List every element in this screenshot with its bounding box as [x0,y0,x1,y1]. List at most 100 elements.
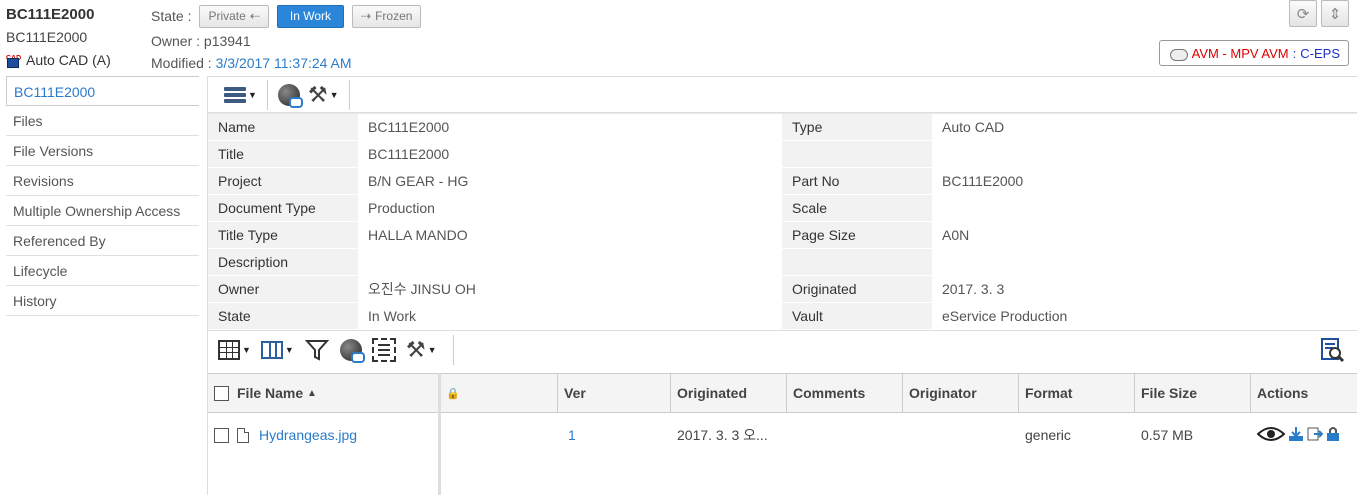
property-value [932,140,1357,168]
document-icon [237,427,249,443]
format-cell: generic [1025,427,1071,443]
property-value: BC111E2000 [932,167,1357,195]
object-type: CAD Auto CAD (A) [6,51,111,69]
nav-item-multiple-ownership[interactable]: Multiple Ownership Access [6,196,199,226]
property-value [358,248,782,276]
state-info: State : Private ⇠ In Work ⇢ Frozen Owner :… [151,4,422,72]
property-value [932,194,1357,222]
state-private-button[interactable]: Private ⇠ [199,4,269,28]
property-value: BC111E2000 [358,140,782,168]
property-label: Title [208,140,358,168]
nav-item-referenced-by[interactable]: Referenced By [6,226,199,256]
arrow-right-icon: ⇢ [361,9,372,23]
property-label: Title Type [208,221,358,249]
property-row: Owner 오진수 JINSU OH Originated 2017. 3. 3 [208,275,1357,303]
arrow-left-icon: ⇠ [249,9,260,23]
main-panel: ▼ ⚒ ▼ Name BC111E2000 Type Auto CAD Title BC11… [207,76,1357,495]
version-link[interactable]: 1 [564,427,576,443]
collapse-icon[interactable]: ⇕ [1321,0,1349,27]
menu-button[interactable]: ▼ [220,78,261,112]
files-toolbar: ▼ ▼ ⚒ ▼ [208,330,1357,368]
table-row: Hydrangeas.jpg 1 2017. 3. 3 오... generic… [208,413,1357,457]
property-row: Document Type Production Scale [208,194,1357,222]
col-comments[interactable]: Comments [787,374,903,412]
owner-text: Owner : p13941 [151,33,251,49]
col-originated[interactable]: Originated [671,374,787,412]
col-actions: Actions [1257,385,1309,401]
select-all-button[interactable] [371,337,396,362]
lock-icon[interactable] [1326,426,1340,445]
property-row: Description [208,248,1357,276]
object-summary: BC111E2000 BC111E2000 CAD Auto CAD (A) [6,6,111,69]
view-icon[interactable] [1256,426,1286,445]
select-all-icon [371,337,396,362]
col-file-size[interactable]: File Size [1135,374,1251,412]
col-lock[interactable]: 🔒 [440,374,558,412]
modified-label: Modified : [151,55,216,71]
originator-cell [903,413,1019,457]
property-value: A0N [932,221,1357,249]
nav-item-object[interactable]: BC111E2000 [6,76,199,106]
tools-button[interactable]: ⚒ ▼ [304,78,343,112]
row-checkbox[interactable] [214,427,229,443]
lock-icon: 🔒 [446,387,460,400]
property-value: 2017. 3. 3 [932,275,1357,303]
property-label: Owner [208,275,358,303]
tools-icon: ⚒ [307,81,328,107]
originated-cell: 2017. 3. 3 오... [677,427,768,443]
nav-item-history[interactable]: History [6,286,199,316]
files-table: File Name ▲ 🔒 Ver Originated Comments Or… [208,373,1357,495]
file-name-link[interactable]: Hydrangeas.jpg [259,427,357,443]
property-label [782,140,932,168]
edit-table-icon [218,339,240,360]
property-label: Name [208,113,358,141]
col-originator[interactable]: Originator [903,374,1019,412]
col-ver[interactable]: Ver [558,374,671,412]
globe-link-button-2[interactable] [339,338,365,363]
property-label: Originated [782,275,932,303]
columns-button[interactable]: ▼ [260,340,294,359]
nav-item-lifecycle[interactable]: Lifecycle [6,256,199,286]
col-file-name[interactable]: File Name ▲ [208,374,440,412]
filter-button[interactable] [304,338,330,362]
property-value: Auto CAD [932,113,1357,141]
property-value: In Work [358,302,782,330]
globe-link-icon [277,83,303,108]
columns-icon [260,340,283,359]
state-inwork-button[interactable]: In Work [276,4,345,28]
property-label: State [208,302,358,330]
search-icon[interactable] [1319,337,1345,363]
avm-button[interactable]: AVM - MPV AVM : C-EPS [1158,40,1349,66]
col-format[interactable]: Format [1019,374,1135,412]
state-label: State : [151,8,192,24]
properties-table: Name BC111E2000 Type Auto CAD Title BC111E200… [208,113,1357,330]
size-cell: 0.57 MB [1141,427,1194,443]
property-label: Project [208,167,358,195]
property-row: Title BC111E2000 [208,140,1357,168]
download-icon[interactable] [1288,426,1304,445]
modified-value[interactable]: 3/3/2017 11:37:24 AM [216,55,352,71]
property-label: Scale [782,194,932,222]
checkout-icon[interactable] [1307,426,1324,445]
property-value: Production [358,194,782,222]
property-value [932,248,1357,276]
globe-link-button[interactable] [274,78,304,112]
property-value: 오진수 JINSU OH [358,275,782,303]
menu-icon [224,86,246,103]
property-value: HALLA MANDO [358,221,782,249]
files-table-header: File Name ▲ 🔒 Ver Originated Comments Or… [208,373,1357,413]
tools-button-2[interactable]: ⚒ ▼ [406,338,437,361]
edit-table-button[interactable]: ▼ [218,339,251,360]
nav-item-file-versions[interactable]: File Versions [6,136,199,166]
state-frozen-button[interactable]: ⇢ Frozen [352,4,422,28]
autocad-icon: CAD [6,52,21,68]
nav-item-files[interactable]: Files [6,106,199,136]
refresh-icon[interactable]: ⟳ [1289,0,1317,27]
property-row: State In Work Vault eService Production [208,302,1357,330]
select-all-checkbox[interactable] [214,385,229,401]
property-label: Document Type [208,194,358,222]
property-value: B/N GEAR - HG [358,167,782,195]
nav-item-revisions[interactable]: Revisions [6,166,199,196]
comments-cell [787,413,903,457]
globe-link-icon [339,338,365,363]
